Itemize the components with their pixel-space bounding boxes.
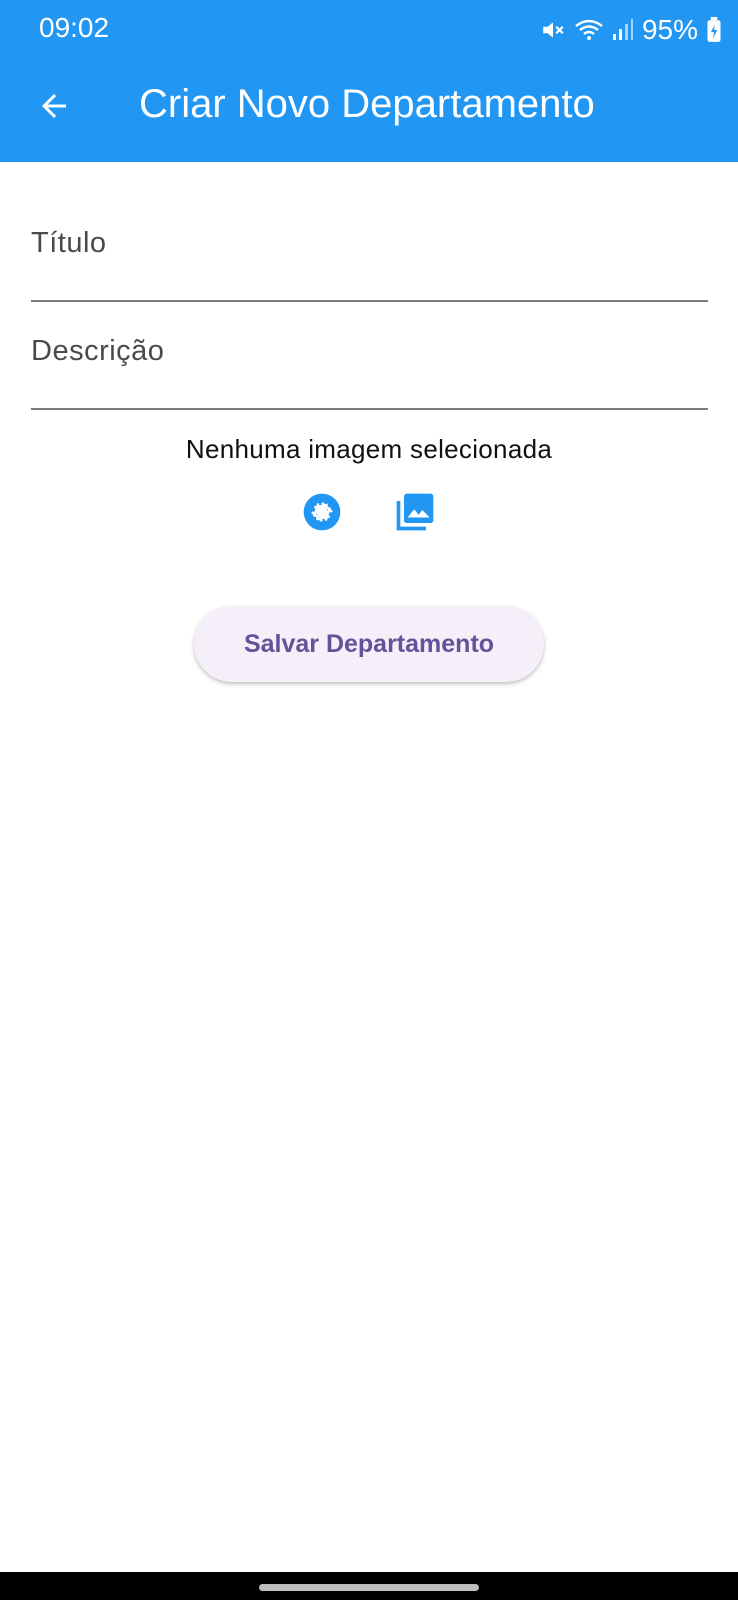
mute-icon [540,17,566,43]
back-button[interactable] [30,84,78,132]
status-time: 09:02 [39,12,110,43]
app-bar: 09:02 95% Criar Novo Departamento [0,0,738,162]
descricao-input[interactable] [31,324,708,378]
home-gesture-handle[interactable] [259,1584,479,1591]
arrow-back-icon [36,88,72,129]
signal-icon [612,17,634,43]
battery-level: 95% [641,14,698,45]
camera-button[interactable] [298,490,346,538]
titulo-input[interactable] [31,216,708,270]
descricao-field[interactable] [31,324,708,410]
image-status-text: Nenhuma imagem selecionada [185,434,553,464]
wifi-icon [574,17,604,43]
battery-charging-icon [706,17,722,43]
page-title: Criar Novo Departamento [139,82,595,126]
status-icons: 95% [540,10,722,50]
camera-icon [300,490,344,539]
gallery-icon [393,490,437,539]
titulo-field[interactable] [31,216,708,302]
gallery-button[interactable] [391,490,439,538]
save-department-button[interactable]: Salvar Departamento [194,606,544,682]
